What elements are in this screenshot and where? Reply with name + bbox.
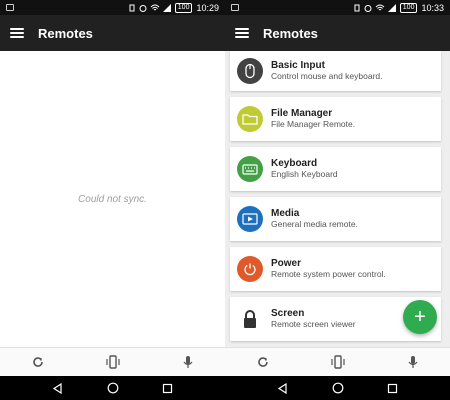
- plus-icon: +: [414, 306, 426, 328]
- remote-item-file-manager[interactable]: File Manager File Manager Remote.: [230, 97, 441, 141]
- home-button[interactable]: [104, 379, 122, 397]
- signal-icon: [387, 3, 396, 12]
- back-button[interactable]: [49, 379, 67, 397]
- recents-square-icon: [387, 383, 398, 393]
- back-button[interactable]: [274, 379, 292, 397]
- remote-text: Media General media remote.: [271, 208, 358, 230]
- system-navigation-bar: [225, 376, 450, 400]
- menu-icon[interactable]: [10, 28, 24, 38]
- alarm-icon: [364, 4, 372, 12]
- remote-name: File Manager: [271, 107, 333, 119]
- notification-icon: [6, 4, 14, 11]
- phone-screen-right: 100 10:33 Remotes Basic Input Control mo…: [225, 0, 450, 400]
- remote-item-media[interactable]: Media General media remote.: [230, 197, 441, 241]
- status-time: 10:33: [421, 2, 444, 13]
- remote-item-keyboard[interactable]: Keyboard English Keyboard: [230, 147, 441, 191]
- power-icon: [237, 256, 263, 282]
- page-title: Remotes: [38, 25, 93, 41]
- main-content: Could not sync.: [0, 51, 225, 347]
- sync-error-message: Could not sync.: [78, 194, 147, 205]
- remote-description: Remote system power control.: [271, 269, 386, 280]
- menu-icon[interactable]: [235, 28, 249, 38]
- back-triangle-icon: [52, 382, 62, 394]
- microphone-icon: [183, 356, 192, 368]
- bottom-toolbar: [225, 347, 450, 376]
- recents-square-icon: [162, 383, 173, 393]
- status-time: 10:29: [196, 2, 219, 13]
- remote-name: Basic Input: [271, 59, 325, 71]
- bottom-toolbar: [0, 347, 225, 376]
- microphone-button[interactable]: [176, 350, 200, 374]
- remote-name: Keyboard: [271, 157, 318, 169]
- status-bar: 100 10:33: [225, 0, 450, 15]
- remote-text: Basic Input Control mouse and keyboard.: [271, 60, 383, 82]
- refresh-button[interactable]: [26, 350, 50, 374]
- notification-icon: [231, 4, 239, 11]
- vibrate-icon: [354, 4, 360, 11]
- remote-description: English Keyboard: [271, 169, 338, 180]
- remote-name: Media: [271, 207, 300, 219]
- home-circle-icon: [107, 382, 118, 394]
- remote-name: Power: [271, 257, 302, 269]
- status-right: 100 10:29: [128, 2, 219, 13]
- microphone-icon: [408, 356, 417, 368]
- alarm-icon: [139, 4, 147, 12]
- recents-button[interactable]: [384, 379, 402, 397]
- device-vibrate-button[interactable]: [326, 350, 350, 374]
- remote-text: Keyboard English Keyboard: [271, 158, 338, 180]
- status-icons: [353, 3, 396, 12]
- back-triangle-icon: [277, 382, 287, 394]
- remote-text: Power Remote system power control.: [271, 258, 386, 280]
- refresh-button[interactable]: [251, 350, 275, 374]
- recents-button[interactable]: [159, 379, 177, 397]
- phone-vibrate-icon: [330, 355, 345, 369]
- battery-level: 100: [399, 2, 418, 13]
- refresh-icon: [257, 357, 268, 367]
- remote-name: Screen: [271, 307, 305, 319]
- remote-item-power[interactable]: Power Remote system power control.: [230, 247, 441, 291]
- vibrate-icon: [129, 4, 135, 11]
- phone-screen-left: 100 10:29 Remotes Could not sync.: [0, 0, 225, 400]
- status-icons: [128, 3, 171, 12]
- home-circle-icon: [332, 382, 343, 394]
- wifi-icon: [150, 4, 160, 10]
- status-bar: 100 10:29: [0, 0, 225, 15]
- app-bar: Remotes: [0, 15, 225, 51]
- mouse-icon: [237, 58, 263, 84]
- system-navigation-bar: [0, 376, 225, 400]
- device-vibrate-button[interactable]: [101, 350, 125, 374]
- page-title: Remotes: [263, 25, 318, 41]
- remote-text: File Manager File Manager Remote.: [271, 108, 355, 130]
- status-right: 100 10:33: [353, 2, 444, 13]
- remote-item-basic-input[interactable]: Basic Input Control mouse and keyboard.: [230, 51, 441, 91]
- media-icon: [237, 206, 263, 232]
- remote-description: File Manager Remote.: [271, 119, 356, 130]
- signal-icon: [162, 3, 171, 12]
- keyboard-icon: [237, 156, 263, 182]
- refresh-icon: [32, 357, 43, 367]
- app-bar: Remotes: [225, 15, 450, 51]
- add-remote-button[interactable]: +: [403, 300, 437, 334]
- remote-description: Remote screen viewer: [271, 319, 356, 330]
- remote-description: Control mouse and keyboard.: [271, 71, 383, 82]
- remote-list: Basic Input Control mouse and keyboard. …: [230, 51, 441, 341]
- microphone-button[interactable]: [401, 350, 425, 374]
- phone-vibrate-icon: [105, 355, 120, 369]
- remote-list-content: Basic Input Control mouse and keyboard. …: [225, 51, 450, 347]
- remote-text: Screen Remote screen viewer: [271, 308, 356, 330]
- home-button[interactable]: [329, 379, 347, 397]
- folder-icon: [237, 106, 263, 132]
- lock-icon: [237, 306, 263, 332]
- wifi-icon: [375, 4, 385, 10]
- remote-description: General media remote.: [271, 219, 358, 230]
- battery-level: 100: [174, 2, 193, 13]
